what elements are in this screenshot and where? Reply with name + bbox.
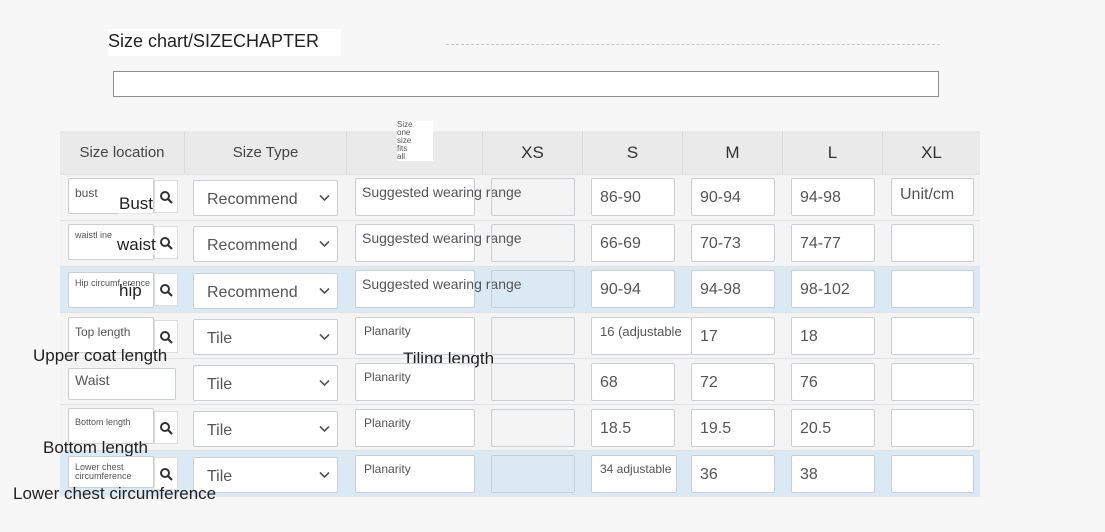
l-field[interactable]: 76 <box>791 363 875 401</box>
m-field[interactable]: 70-73 <box>691 224 775 262</box>
location-field[interactable]: Waist <box>68 368 176 400</box>
l-field[interactable]: 20.5 <box>791 409 875 447</box>
xs-field[interactable] <box>491 455 575 493</box>
l-field[interactable]: 74-77 <box>791 224 875 262</box>
s-field[interactable]: 16 (adjustable <box>591 317 691 355</box>
s-field[interactable]: 34 adjustable <box>591 455 677 493</box>
size-type-select[interactable]: Recommend <box>193 273 338 309</box>
page-title: Size chart/SIZECHAPTER <box>108 29 342 56</box>
header-xl: XL <box>921 142 942 162</box>
chevron-down-icon <box>319 287 330 295</box>
xs-field[interactable] <box>491 178 575 216</box>
chevron-down-icon <box>319 379 330 387</box>
title-input[interactable] <box>113 71 939 97</box>
chevron-down-icon <box>319 194 330 202</box>
s-field[interactable]: 90-94 <box>591 270 675 308</box>
xl-field[interactable] <box>891 455 974 493</box>
search-icon[interactable] <box>154 273 178 306</box>
l-field[interactable]: 38 <box>791 455 875 493</box>
overlay-label: hip <box>119 281 142 300</box>
xl-field[interactable] <box>891 224 974 262</box>
header-size-location: Size location <box>60 131 185 174</box>
overlay-label: Lower chest circumference <box>13 484 217 503</box>
xl-field[interactable] <box>891 270 974 308</box>
m-field[interactable]: 19.5 <box>691 409 775 447</box>
size-type-select[interactable]: Recommend <box>193 180 338 216</box>
description-field[interactable]: Planarity <box>355 455 475 493</box>
l-field[interactable]: 98-102 <box>791 270 875 308</box>
description-field[interactable]: Suggested wearing range <box>355 178 522 216</box>
size-type-select[interactable]: Tile <box>193 319 338 355</box>
overlay-label: waist <box>117 235 156 255</box>
s-field[interactable]: 86-90 <box>591 178 675 216</box>
title-divider <box>446 44 940 45</box>
s-field[interactable]: 66-69 <box>591 224 675 262</box>
header-size-type: Size Type <box>185 131 347 174</box>
header-m: M <box>683 131 783 174</box>
description-field[interactable]: Planarity <box>355 363 475 401</box>
header-l: L <box>783 131 883 174</box>
overlay-label: Bust <box>119 194 154 214</box>
overlay-label: Bottom length <box>43 438 148 457</box>
l-field[interactable]: 94-98 <box>791 178 875 216</box>
description-field[interactable]: Suggested wearing range <box>355 224 522 262</box>
search-icon[interactable] <box>154 226 178 259</box>
m-field[interactable]: 36 <box>691 455 775 493</box>
m-field[interactable]: 90-94 <box>691 178 775 216</box>
chevron-down-icon <box>319 240 330 248</box>
s-field[interactable]: 18.5 <box>591 409 675 447</box>
description-field[interactable]: Planarity <box>355 409 475 447</box>
search-icon[interactable] <box>154 180 178 213</box>
chevron-down-icon <box>319 425 330 433</box>
xs-field[interactable] <box>491 224 575 262</box>
description-field[interactable]: Suggested wearing range <box>355 270 522 308</box>
size-type-select[interactable]: Tile <box>193 365 338 401</box>
xs-field[interactable] <box>491 409 575 447</box>
xl-field[interactable] <box>891 409 974 447</box>
xl-field[interactable]: Unit/cm <box>891 178 974 216</box>
l-field[interactable]: 18 <box>791 317 875 355</box>
s-field[interactable]: 68 <box>591 363 675 401</box>
xs-field[interactable] <box>491 317 575 355</box>
m-field[interactable]: 17 <box>691 317 775 355</box>
xs-field[interactable] <box>491 270 575 308</box>
m-field[interactable]: 72 <box>691 363 775 401</box>
chevron-down-icon <box>319 333 330 341</box>
overlay-label: Upper coat length <box>33 346 168 365</box>
xl-field[interactable] <box>891 317 974 355</box>
header-one-size-label: Size one size fits all <box>397 121 433 161</box>
size-type-select[interactable]: Tile <box>193 411 338 447</box>
xl-field[interactable] <box>891 363 974 401</box>
search-icon[interactable] <box>154 411 178 444</box>
m-field[interactable]: 94-98 <box>691 270 775 308</box>
xs-field[interactable] <box>491 363 575 401</box>
chevron-down-icon <box>319 471 330 479</box>
header-s: S <box>583 131 683 174</box>
size-type-select[interactable]: Recommend <box>193 226 338 262</box>
header-xs: XS <box>483 131 583 174</box>
